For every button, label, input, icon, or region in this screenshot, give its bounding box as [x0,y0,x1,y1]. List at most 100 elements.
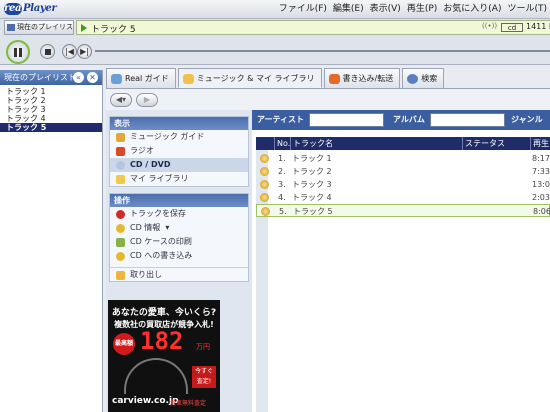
menu-play[interactable]: 再生(P) [404,0,440,19]
cell-track-name: トラック 1 [292,154,332,163]
playlist-items: トラック 1 トラック 2 トラック 3 トラック 4 トラック 5 [0,85,102,132]
cell-track-name: トラック 5 [293,207,333,216]
menu-view[interactable]: 表示(V) [367,0,404,19]
print-cd-case-link[interactable]: CD ケースの印刷 [110,235,248,249]
realplayer-window: realPlayer ファイル(F) 編集(E) 表示(V) 再生(P) お気に… [0,0,550,412]
album-filter-input[interactable] [430,113,505,127]
track-display: トラック 5 ((•)) cd 1411 Kbps [76,20,550,35]
cell-time: 8:17 [532,154,550,163]
ad-badge: 最高額 [113,333,135,355]
ad-unit: 万円 [196,343,210,351]
ad-headline: あなたの愛車、今いくら? [111,308,217,318]
playlist-item[interactable]: トラック 3 [0,105,102,114]
stop-icon [44,48,51,55]
back-button[interactable]: ◀▾ [110,93,132,107]
table-row[interactable]: 2. トラック 2 7:33 [256,165,550,178]
library-view: アーティスト アルバム ジャンル No. トラック名 ステータス 再生 1. ト… [252,110,550,412]
play-indicator-icon [81,24,87,32]
burn-cd-icon [116,252,125,261]
task-pane: 表示 ミュージック ガイド ラジオ CD / DVD マイ ライブラリ 操作 ト… [106,110,252,412]
cd-info-link[interactable]: CD 情報 ▾ [110,221,248,235]
next-track-button[interactable]: ▶| [77,44,92,59]
radio-icon [116,147,125,156]
now-playlist-button[interactable]: 現在のプレイリスト [4,20,74,44]
menubar: realPlayer ファイル(F) 編集(E) 表示(V) 再生(P) お気に… [0,0,550,19]
tab-music-library[interactable]: ミュージック & マイ ライブラリ [177,68,322,88]
save-tracks-link[interactable]: トラックを保存 [110,207,248,221]
cell-no: 5. [279,207,287,216]
playlist-item[interactable]: トラック 2 [0,96,102,105]
close-icon[interactable]: ✕ [87,72,98,83]
menu-favorites[interactable]: お気に入り(A) [440,0,504,19]
cell-track-name: トラック 2 [292,167,332,176]
playlist-item-selected[interactable]: トラック 5 [0,123,102,132]
advertisement-banner[interactable]: あなたの愛車、今いくら? 複数社の買取店が競争入札! 最高額 182 万円 今す… [108,300,220,412]
current-track-title: トラック 5 [91,25,136,35]
realplayer-logo: realPlayer [4,3,57,15]
table-row[interactable]: 4. トラック 4 2:03 [256,191,550,204]
previous-track-button[interactable]: |◀ [62,44,77,59]
collapse-icon[interactable]: « [73,72,84,83]
nav-label: マイ ライブラリ [130,174,189,183]
tab-real-guide[interactable]: Real ガイド [106,68,176,88]
table-row[interactable]: 3. トラック 3 13:04 [256,178,550,191]
column-track-name[interactable]: トラック名 [290,137,462,150]
playlist-item[interactable]: トラック 4 [0,114,102,123]
cell-no: 1. [278,154,286,163]
speedometer-icon [124,358,188,394]
column-status[interactable]: ステータス [462,137,530,150]
previous-icon: |◀ [65,46,74,56]
eject-link[interactable]: 取り出し [110,267,248,281]
cd-icon [116,161,125,170]
music-library-icon [182,74,194,84]
menu-tools[interactable]: ツール(T) [504,0,550,19]
menu-file[interactable]: ファイル(F) [276,0,330,19]
menu-edit[interactable]: 編集(E) [330,0,367,19]
view-section-title: 表示 [110,117,248,130]
column-no[interactable]: No. [274,137,290,150]
cd-track-icon [260,193,269,202]
ad-cta-button[interactable]: 今すぐ 査定! [192,366,216,388]
cell-time: 7:33 [532,167,550,176]
table-row[interactable]: 1. トラック 1 8:17 [256,152,550,165]
cd-info-icon [116,224,125,233]
nav-radio[interactable]: ラジオ [110,144,248,158]
cell-time: 2:03 [532,193,550,202]
tab-label: Real ガイド [125,74,169,83]
cd-track-icon [260,154,269,163]
nav-my-library[interactable]: マイ ライブラリ [110,172,248,186]
cell-no: 3. [278,180,286,189]
nav-music-guide[interactable]: ミュージック ガイド [110,130,248,144]
action-label: CD 情報 [130,223,161,232]
stop-button[interactable] [40,44,55,59]
playlist-header: 現在のプレイリスト « ✕ [0,70,102,85]
cell-time: 8:06 [533,207,550,216]
playlist-item[interactable]: トラック 1 [0,87,102,96]
cell-track-name: トラック 3 [292,180,332,189]
table-row-selected[interactable]: 5. トラック 5 8:06 [256,204,550,217]
tab-label: 検索 [421,74,438,83]
track-table-header: No. トラック名 ステータス 再生 [256,137,550,150]
nav-cd-dvd[interactable]: CD / DVD [110,158,248,172]
eject-icon [116,271,125,280]
tab-search[interactable]: 検索 [402,68,445,88]
nav-label: ラジオ [130,146,154,155]
burn-to-cd-link[interactable]: CD への書き込み [110,249,248,263]
save-record-icon [116,210,125,219]
pause-button[interactable] [6,40,30,64]
ad-footer: 愛車無料査定 [170,400,207,407]
column-play-time[interactable]: 再生 [530,137,550,150]
seek-bar[interactable] [95,50,550,52]
action-label: CD への書き込み [130,251,193,260]
artist-filter-input[interactable] [309,113,384,127]
chevron-down-icon[interactable]: ▾ [163,223,169,232]
cell-track-name: トラック 4 [292,193,332,202]
forward-button[interactable]: ▶ [136,93,158,107]
tab-label: ミュージック & マイ ライブラリ [196,74,315,83]
tab-burn-transfer[interactable]: 書き込み/転送 [323,68,401,88]
action-label: 取り出し [130,270,162,279]
print-icon [116,238,125,247]
next-icon: ▶| [80,46,89,56]
action-label: トラックを保存 [130,209,186,218]
filter-bar: アーティスト アルバム ジャンル [252,110,550,130]
